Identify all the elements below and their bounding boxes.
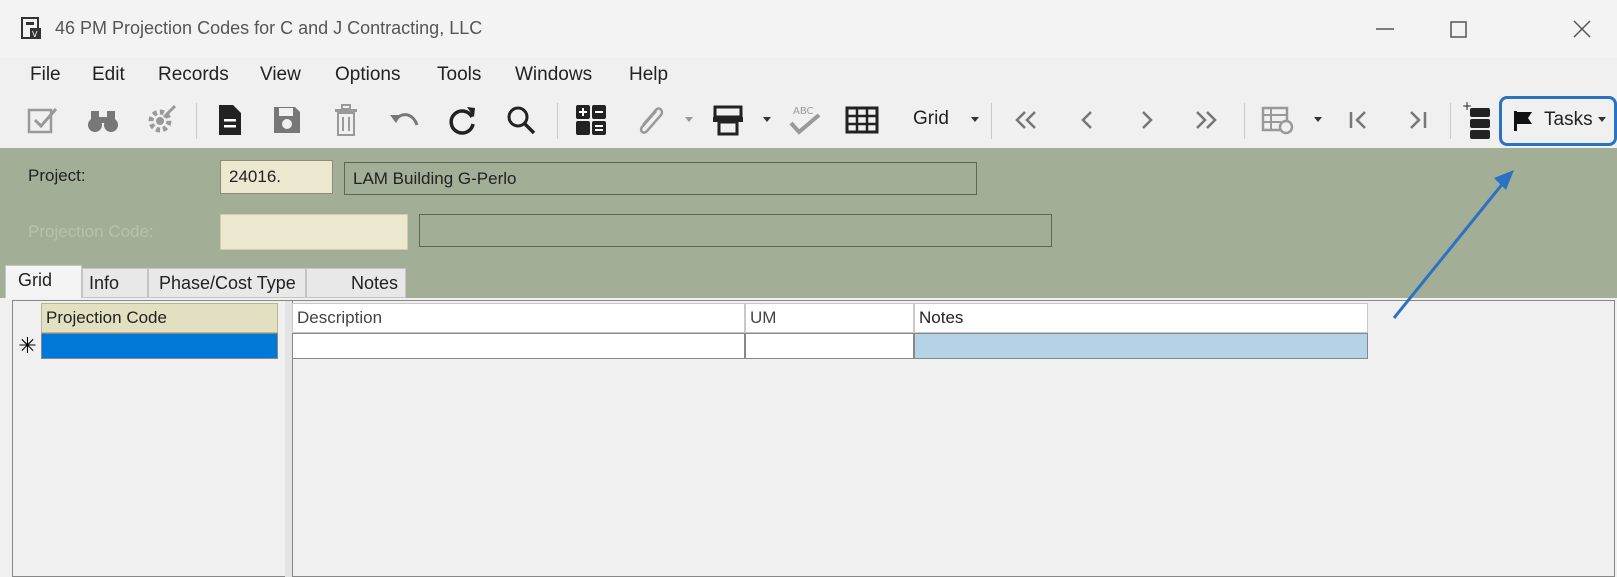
validate-icon — [27, 108, 58, 134]
minimize-button[interactable] — [1370, 14, 1400, 44]
spellcheck-icon: ABC — [789, 106, 821, 135]
notes-column-header[interactable]: Notes — [914, 303, 1368, 333]
projection-code-field[interactable] — [220, 214, 408, 250]
tasks-label[interactable]: Tasks — [1544, 109, 1593, 131]
projection-code-description-field — [419, 214, 1052, 247]
tab-notes[interactable]: Notes — [306, 268, 406, 298]
print-dropdown-caret[interactable] — [763, 117, 771, 122]
um-column-header[interactable]: UM — [745, 303, 914, 333]
um-cell[interactable] — [745, 333, 914, 359]
projection-code-cell[interactable] — [41, 333, 278, 359]
description-column-header[interactable]: Description — [292, 303, 745, 333]
menu-file[interactable]: File — [30, 64, 61, 86]
tab-phase-cost-type[interactable]: Phase/Cost Type — [148, 268, 306, 298]
menu-records[interactable]: Records — [158, 64, 229, 86]
search-icon — [507, 106, 536, 135]
form-settings-icon — [1261, 106, 1294, 135]
form-settings-dropdown-caret[interactable] — [1314, 117, 1322, 122]
first-record-icon — [1015, 111, 1036, 129]
refresh-button[interactable] — [443, 102, 481, 138]
annotation-arrow — [1392, 170, 1514, 319]
new-row-marker: ✳ — [18, 333, 37, 358]
calculator-icon — [576, 105, 606, 135]
grid-icon — [845, 106, 879, 134]
attachment-dropdown-caret[interactable] — [685, 117, 693, 122]
grid-view-label[interactable]: Grid — [913, 108, 949, 130]
grid-view-dropdown-caret[interactable] — [971, 117, 979, 122]
new-record-button[interactable] — [212, 102, 248, 138]
tasks-dropdown-caret[interactable] — [1598, 117, 1606, 122]
delete-icon — [335, 104, 357, 136]
next-record-button[interactable] — [1128, 102, 1164, 138]
next-record-icon — [1142, 111, 1153, 129]
settings-icon — [148, 104, 177, 133]
svg-text:V: V — [32, 30, 38, 39]
print-icon — [713, 105, 743, 136]
calculator-button[interactable] — [572, 102, 610, 138]
print-button[interactable] — [708, 102, 748, 138]
grid-view-button[interactable] — [843, 102, 881, 138]
previous-record-button[interactable] — [1070, 102, 1106, 138]
flag-icon — [1514, 111, 1532, 131]
settings-button[interactable] — [142, 102, 180, 138]
maximize-button[interactable] — [1443, 14, 1473, 44]
spellcheck-button[interactable]: ABC — [785, 102, 825, 138]
validate-button[interactable] — [24, 102, 62, 138]
project-field[interactable]: 24016. — [220, 160, 333, 194]
last-record-icon — [1196, 111, 1217, 129]
menu-bar: File Edit Records View Options Tools Win… — [0, 58, 1617, 94]
delete-button[interactable] — [328, 102, 364, 138]
menu-help[interactable]: Help — [629, 64, 668, 86]
first-page-icon — [1349, 111, 1366, 129]
maximize-icon — [1450, 21, 1467, 38]
title-bar: V 46 PM Projection Codes for C and J Con… — [0, 0, 1617, 58]
svg-text:ABC: ABC — [793, 106, 814, 117]
first-record-button[interactable] — [1008, 102, 1044, 138]
tab-grid[interactable]: Grid — [5, 265, 82, 298]
new-document-icon — [219, 105, 241, 135]
projection-code-label: Projection Code: — [28, 222, 154, 241]
binoculars-icon — [88, 111, 118, 132]
description-cell[interactable] — [292, 333, 745, 359]
previous-record-icon — [1081, 111, 1092, 129]
app-icon: V — [21, 17, 41, 39]
find-button[interactable] — [84, 102, 122, 138]
first-page-button[interactable] — [1340, 102, 1376, 138]
add-layer-icon: + — [1462, 100, 1490, 139]
save-button[interactable] — [268, 102, 306, 138]
minimize-icon — [1376, 28, 1394, 30]
application-window: V 46 PM Projection Codes for C and J Con… — [0, 0, 1617, 577]
menu-tools[interactable]: Tools — [437, 64, 481, 86]
attachment-icon — [639, 107, 664, 134]
last-page-button[interactable] — [1400, 102, 1436, 138]
menu-view[interactable]: View — [260, 64, 301, 86]
notes-cell[interactable] — [914, 333, 1368, 359]
refresh-icon — [449, 107, 475, 135]
last-record-button[interactable] — [1188, 102, 1224, 138]
project-description-field: LAM Building G-Perlo — [344, 162, 977, 195]
menu-windows[interactable]: Windows — [515, 64, 592, 86]
close-button[interactable] — [1567, 14, 1597, 44]
form-settings-button[interactable] — [1258, 102, 1298, 138]
window-title: 46 PM Projection Codes for C and J Contr… — [55, 18, 483, 38]
undo-button[interactable] — [385, 102, 423, 138]
toolbar: ABC + — [0, 94, 1617, 149]
save-icon — [274, 107, 300, 133]
projection-code-column-header[interactable]: Projection Code — [41, 303, 278, 333]
undo-icon — [390, 113, 419, 126]
menu-options[interactable]: Options — [335, 64, 400, 86]
add-layer-button[interactable]: + — [1462, 100, 1492, 139]
project-label: Project: — [28, 166, 86, 185]
close-icon — [1573, 20, 1591, 38]
attachment-button[interactable] — [630, 102, 668, 138]
menu-edit[interactable]: Edit — [92, 64, 125, 86]
tab-info[interactable]: Info — [82, 268, 148, 298]
last-page-icon — [1410, 111, 1427, 129]
search-button[interactable] — [502, 102, 540, 138]
